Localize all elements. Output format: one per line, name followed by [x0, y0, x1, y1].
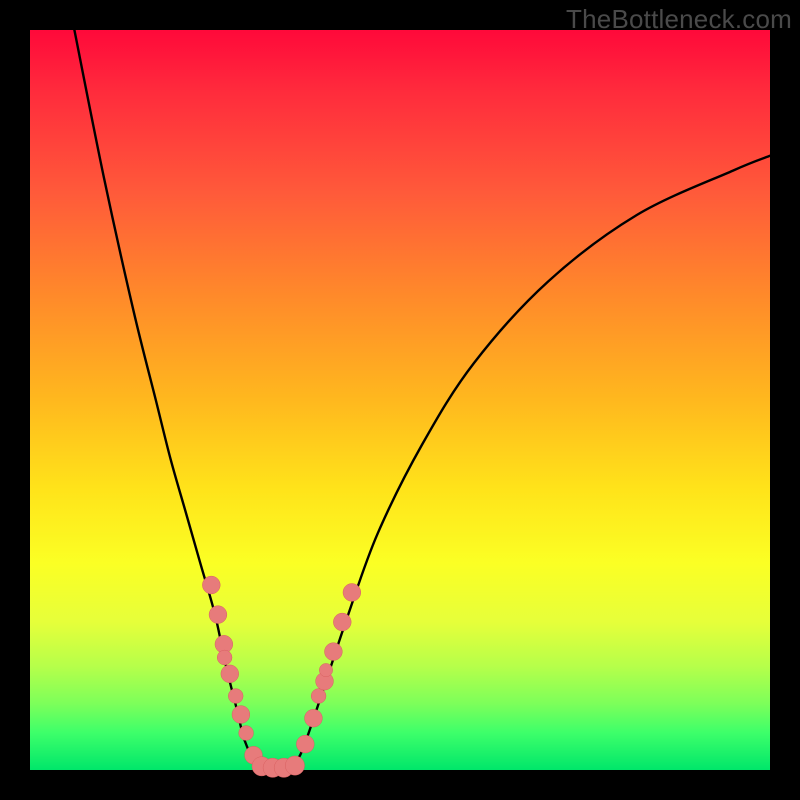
data-dot [239, 726, 254, 741]
watermark-text: TheBottleneck.com [566, 4, 792, 35]
plot-area [30, 30, 770, 770]
curve-layer [30, 30, 770, 770]
data-dot [209, 606, 227, 624]
curve-right [289, 156, 770, 770]
outer-frame: TheBottleneck.com [0, 0, 800, 800]
data-dot [325, 643, 343, 661]
data-dot [333, 613, 351, 631]
data-dot [217, 650, 232, 665]
curve-left [74, 30, 266, 770]
data-dot [296, 735, 314, 753]
data-dot [319, 663, 332, 676]
data-dot [221, 665, 239, 683]
data-dot [305, 709, 323, 727]
data-dot [228, 689, 243, 704]
data-dot [202, 576, 220, 594]
data-dot [311, 689, 326, 704]
data-dot [232, 706, 250, 724]
data-dot [343, 584, 361, 602]
data-dots [202, 576, 360, 777]
data-dot [285, 756, 304, 775]
